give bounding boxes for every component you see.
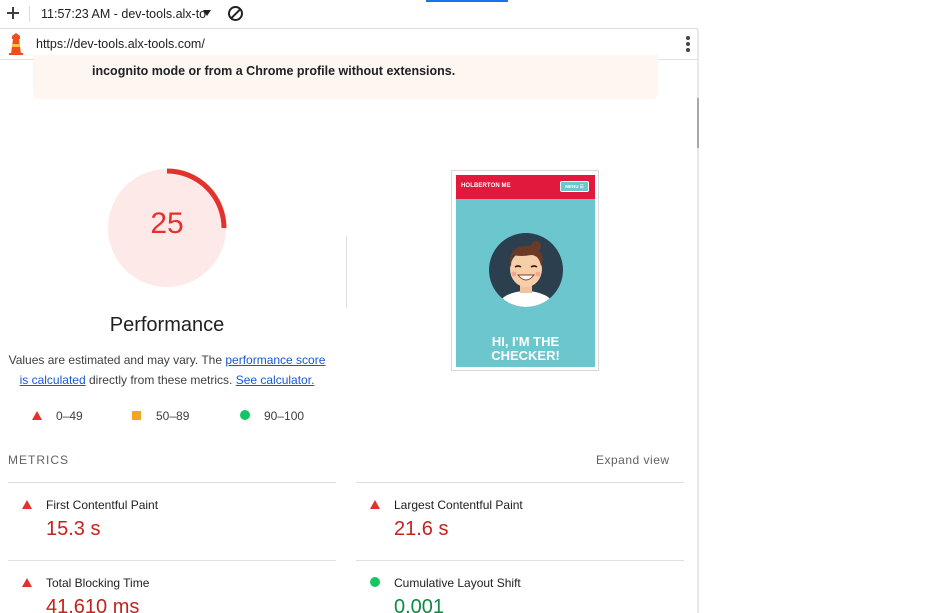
metric-value: 0.001 bbox=[394, 596, 445, 613]
new-tab-icon[interactable] bbox=[5, 5, 21, 21]
performance-score: 25 bbox=[150, 207, 184, 240]
metric-first-contentful-paint: First Contentful Paint 15.3 s bbox=[8, 482, 336, 542]
pass-circle-icon bbox=[370, 577, 380, 587]
warning-text: incognito mode or from a Chrome profile … bbox=[92, 64, 456, 78]
expand-view-button[interactable]: Expand view bbox=[596, 453, 670, 467]
tab-indicator bbox=[426, 0, 508, 2]
screenshot-menu-button: MENU ☰ bbox=[560, 181, 589, 192]
legend-label: 0–49 bbox=[56, 409, 83, 423]
performance-title: Performance bbox=[109, 314, 225, 336]
metric-largest-contentful-paint: Largest Contentful Paint 21.6 s bbox=[356, 482, 684, 542]
metric-value: 41,610 ms bbox=[46, 596, 140, 613]
legend-label: 50–89 bbox=[156, 409, 190, 423]
metric-value: 15.3 s bbox=[46, 518, 101, 540]
tab-dropdown-icon[interactable] bbox=[203, 10, 211, 16]
screenshot-header: HOLBERTON ME MENU ☰ bbox=[456, 175, 595, 199]
metric-name: Cumulative Layout Shift bbox=[394, 576, 521, 590]
metric-total-blocking-time: Total Blocking Time 41,610 ms bbox=[8, 560, 336, 613]
metric-value: 21.6 s bbox=[394, 518, 449, 540]
desc-text-1: Values are estimated and may vary. The bbox=[8, 353, 226, 367]
metric-cumulative-layout-shift: Cumulative Layout Shift 0.001 bbox=[356, 560, 684, 613]
lighthouse-icon bbox=[9, 33, 23, 55]
screenshot-brand: HOLBERTON ME bbox=[461, 183, 511, 189]
final-screenshot[interactable]: HOLBERTON ME MENU ☰ HI, I'M THE CHECKER! bbox=[451, 170, 599, 371]
metrics-heading: METRICS bbox=[8, 453, 69, 467]
hero-line-2: CHECKER! bbox=[491, 348, 560, 363]
more-menu-icon[interactable] bbox=[684, 35, 692, 53]
calculator-link[interactable]: See calculator. bbox=[236, 373, 315, 387]
tab-bar: 11:57:23 AM - dev-tools.alx-to bbox=[0, 0, 698, 29]
avatar-illustration bbox=[489, 233, 563, 307]
fail-triangle-icon bbox=[22, 578, 32, 587]
hero-line-1: HI, I'M THE bbox=[491, 334, 560, 349]
desc-text-2: directly from these metrics. bbox=[85, 373, 236, 387]
square-icon bbox=[132, 411, 141, 420]
block-icon[interactable] bbox=[228, 6, 243, 21]
warning-banner: incognito mode or from a Chrome profile … bbox=[33, 55, 658, 99]
vertical-divider bbox=[346, 236, 347, 308]
scrollbar-thumb[interactable] bbox=[697, 98, 699, 148]
tab-separator bbox=[29, 6, 30, 22]
metric-name: Largest Contentful Paint bbox=[394, 498, 523, 512]
screenshot-content: HOLBERTON ME MENU ☰ HI, I'M THE CHECKER! bbox=[456, 175, 595, 367]
performance-description: Values are estimated and may vary. The p… bbox=[6, 350, 328, 390]
circle-icon bbox=[240, 410, 250, 420]
tab-title[interactable]: 11:57:23 AM - dev-tools.alx-to bbox=[41, 7, 206, 21]
score-legend: 0–49 50–89 90–100 bbox=[0, 407, 334, 425]
fail-triangle-icon bbox=[370, 500, 380, 509]
url-text[interactable]: https://dev-tools.alx-tools.com/ bbox=[36, 37, 205, 51]
screenshot-hero-text: HI, I'M THE CHECKER! bbox=[456, 335, 595, 363]
metric-name: Total Blocking Time bbox=[46, 576, 150, 590]
triangle-icon bbox=[32, 411, 42, 420]
legend-label: 90–100 bbox=[264, 409, 305, 423]
metric-name: First Contentful Paint bbox=[46, 498, 159, 512]
fail-triangle-icon bbox=[22, 500, 32, 509]
